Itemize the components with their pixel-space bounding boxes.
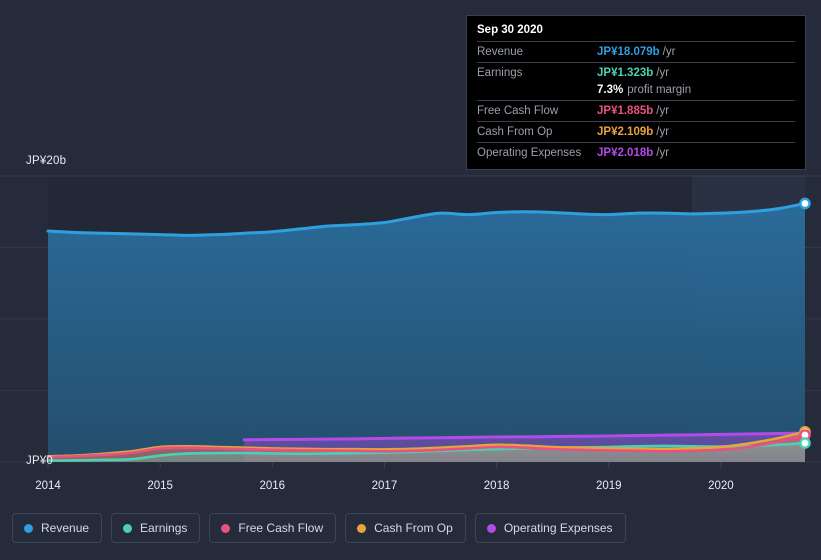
tooltip-profit-margin-wrap: 7.3% profit margin: [597, 83, 691, 97]
profit-margin-label: profit margin: [627, 84, 692, 96]
tooltip-date: Sep 30 2020: [477, 24, 543, 36]
legend-item-earnings[interactable]: Earnings: [111, 513, 201, 543]
y-axis-top-label: JP¥20b: [26, 155, 67, 167]
x-axis-tick-2019: 2019: [595, 480, 622, 492]
legend-item-label: Operating Expenses: [503, 521, 613, 535]
legend-item-operating-expenses[interactable]: Operating Expenses: [474, 513, 626, 543]
x-axis-tick-2018: 2018: [483, 480, 510, 492]
tooltip-row-cash-from-op: Cash From Op JP¥2.109b/yr: [477, 121, 795, 142]
tooltip-row-value: JP¥1.323b: [597, 67, 654, 79]
tooltip-row-unit: /yr: [662, 46, 676, 58]
y-axis-zero-label: JP¥0: [26, 455, 54, 467]
legend-item-label: Earnings: [140, 521, 188, 535]
tooltip-row-value: JP¥2.018b: [597, 147, 654, 159]
legend-item-cash-from-op[interactable]: Cash From Op: [345, 513, 466, 543]
legend-item-label: Revenue: [41, 521, 90, 535]
x-axis-tick-2017: 2017: [371, 480, 398, 492]
x-axis-tick-2014: 2014: [35, 480, 61, 492]
tooltip-row-unit: /yr: [656, 105, 670, 117]
tooltip-row-value-wrap: JP¥1.323b/yr: [597, 66, 669, 80]
tooltip-row-earnings: Earnings JP¥1.323b/yr: [477, 62, 795, 83]
tooltip-row-label: Free Cash Flow: [477, 105, 559, 117]
tooltip-row-label: Earnings: [477, 67, 523, 79]
legend-item-label: Cash From Op: [374, 521, 453, 535]
tooltip-row-free-cash-flow: Free Cash Flow JP¥1.885b/yr: [477, 100, 795, 121]
legend-color-dot-icon: [486, 523, 496, 533]
x-axis-tick-2020: 2020: [708, 480, 734, 492]
legend-color-dot-icon: [123, 523, 133, 533]
tooltip-row-label: Cash From Op: [477, 126, 553, 138]
tooltip-row-unit: /yr: [656, 67, 670, 79]
tooltip-row-value: JP¥1.885b: [597, 105, 654, 117]
tooltip-row-operating-expenses: Operating Expenses JP¥2.018b/yr: [477, 142, 795, 163]
legend-item-free-cash-flow[interactable]: Free Cash Flow: [209, 513, 337, 543]
tooltip-row-revenue: Revenue JP¥18.079b/yr: [477, 41, 795, 62]
tooltip-row-value-wrap: JP¥18.079b/yr: [597, 45, 675, 59]
legend-color-dot-icon: [221, 523, 231, 533]
tooltip-row-value-wrap: JP¥2.109b/yr: [597, 125, 669, 139]
tooltip-row-label: Operating Expenses: [477, 147, 582, 159]
chart-legend[interactable]: Revenue Earnings Free Cash Flow Cash From O…: [12, 513, 626, 543]
tooltip-row-value: JP¥2.109b: [597, 126, 654, 138]
tooltip-rows: Revenue JP¥18.079b/yr Earnings JP¥1.323b/yr…: [477, 41, 795, 163]
tooltip-row-value-wrap: JP¥1.885b/yr: [597, 104, 669, 118]
legend-color-dot-icon: [24, 523, 33, 533]
legend-item-revenue[interactable]: Revenue: [12, 513, 103, 543]
x-axis-tick-2015: 2015: [147, 480, 173, 492]
legend-color-dot-icon: [357, 523, 367, 533]
profit-margin-value: 7.3%: [597, 84, 624, 96]
tooltip-row-value-wrap: JP¥2.018b/yr: [597, 146, 669, 160]
financials-chart-page: JP¥20b JP¥0 2014 2015 2016 2017 2018 2019 2020…: [0, 0, 821, 560]
tooltip-row-unit: /yr: [656, 147, 670, 159]
legend-item-label: Free Cash Flow: [238, 521, 324, 535]
chart-tooltip: Sep 30 2020 Revenue JP¥18.079b/yr Earnings…: [466, 15, 806, 170]
tooltip-row-label: Revenue: [477, 46, 524, 58]
tooltip-profit-margin-row: 7.3% profit margin: [477, 83, 795, 100]
x-axis-tick-2016: 2016: [259, 480, 286, 492]
tooltip-row-unit: /yr: [656, 126, 670, 138]
tooltip-row-value: JP¥18.079b: [597, 46, 660, 58]
